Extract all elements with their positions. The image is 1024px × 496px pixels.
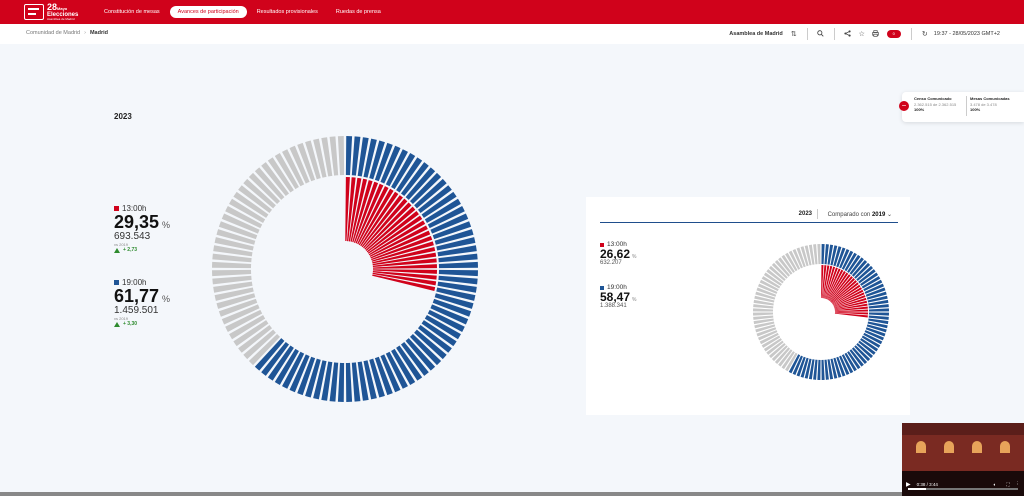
divider xyxy=(966,96,967,116)
bar-segment-19h xyxy=(438,261,478,269)
bar-segment-empty xyxy=(753,312,774,316)
stat-delta: + 3,30 xyxy=(114,321,170,327)
nav-avances-participacion[interactable]: Avances de participación xyxy=(169,6,247,18)
ballot-box-icon xyxy=(24,4,44,20)
toolbar: Asamblea de Madrid ⇅ ☆ 0 ↻ 19:37 - 28/05… xyxy=(729,27,1000,41)
volume-icon[interactable]: 🔈︎ xyxy=(994,482,997,487)
chevron-right-icon: › xyxy=(84,30,86,36)
bar-segment-19h xyxy=(821,244,825,265)
video-progress-bar[interactable] xyxy=(908,488,1018,490)
comparison-radial-chart xyxy=(753,244,889,380)
comparison-card: 2023 Comparado con 2019 ⌄ 13:00h 26,62% … xyxy=(586,197,910,415)
more-icon[interactable]: ⋮ xyxy=(1016,481,1021,487)
stat-votes: 1.459.501 xyxy=(114,305,159,316)
bar-segment-empty xyxy=(817,244,821,265)
divider xyxy=(817,209,818,219)
stat-value: 61,77 xyxy=(114,286,160,306)
stat-votes: 1.388.341 xyxy=(600,303,627,309)
bar-segment-19h xyxy=(345,362,353,402)
arrow-up-icon xyxy=(114,247,120,253)
stat-13h: 13:00h 29,35% 693.543 vs 2019 + 2,73 xyxy=(114,204,170,253)
refresh-icon[interactable]: ↻ xyxy=(918,30,932,38)
mesas-title: Mesas Comunicadas xyxy=(970,96,1010,101)
chevron-down-icon: ⌄ xyxy=(886,212,892,218)
bar-segment-19h xyxy=(821,359,825,380)
mesas-pct: 100% xyxy=(970,107,981,113)
breadcrumb: Comunidad de Madrid › Madrid xyxy=(26,30,108,36)
video-player[interactable]: ▶ 0:38 / 3:44 🔈︎ ⛶ ⋮ xyxy=(902,423,1024,496)
censo-block: Censo Comunicado 2.362.515 de 2.362.515 … xyxy=(914,96,956,113)
legend-swatch-red xyxy=(600,242,604,247)
fullscreen-icon[interactable]: ⛶ xyxy=(1006,482,1009,487)
comparison-year: 2023 xyxy=(798,211,812,217)
sub-toolbar: Comunidad de Madrid › Madrid Asamblea de… xyxy=(0,24,1024,44)
print-icon[interactable] xyxy=(869,29,883,39)
elecciones-logo[interactable]: 28Mayo Elecciones Asamblea de Madrid xyxy=(24,2,84,22)
censo-pct: 100% xyxy=(914,107,925,113)
bar-segment-empty xyxy=(337,136,345,176)
breadcrumb-region[interactable]: Comunidad de Madrid xyxy=(26,30,80,36)
divider xyxy=(806,28,808,40)
census-info-card: − Censo Comunicado 2.362.515 de 2.362.51… xyxy=(899,92,1024,122)
stat-unit: % xyxy=(162,294,171,304)
stat-19h: 19:00h 61,77% 1.459.501 vs 2019 + 3,30 xyxy=(114,278,170,327)
share-icon[interactable] xyxy=(841,29,855,39)
top-navbar: 28Mayo Elecciones Asamblea de Madrid Con… xyxy=(0,0,1024,24)
nav-constitucion-mesas[interactable]: Constitución de mesas xyxy=(96,6,168,18)
main-nav: Constitución de mesas Avances de partici… xyxy=(96,0,391,24)
nav-ruedas-prensa[interactable]: Ruedas de prensa xyxy=(328,6,389,18)
stat-unit: % xyxy=(632,254,637,260)
logo-sub: Asamblea de Madrid xyxy=(47,17,75,21)
bar-segment-19h xyxy=(345,136,353,176)
bar-segment-19h xyxy=(868,312,889,316)
election-selector[interactable]: Asamblea de Madrid xyxy=(729,31,783,37)
divider xyxy=(833,28,835,40)
mesas-block: Mesas Comunicadas 3.478 de 3.478 100% xyxy=(970,96,1010,113)
bar-segment-empty xyxy=(212,269,252,277)
bar-segment-19h xyxy=(438,269,478,277)
divider xyxy=(910,28,912,40)
nav-resultados-provisionales[interactable]: Resultados provisionales xyxy=(249,6,326,18)
participation-radial-chart xyxy=(212,136,478,402)
search-icon[interactable] xyxy=(814,29,828,39)
star-icon[interactable]: ☆ xyxy=(855,30,869,38)
breadcrumb-current: Madrid xyxy=(89,30,108,36)
stat-delta: + 2,73 xyxy=(114,247,170,253)
bar-segment-19h xyxy=(337,362,345,402)
page-bottom-bar xyxy=(0,492,902,496)
main-year-label: 2023 xyxy=(114,112,132,121)
censo-title: Censo Comunicado xyxy=(914,96,952,101)
bar-segment-19h xyxy=(868,308,889,312)
bar-segment-19h xyxy=(817,359,821,380)
compare-stat-19h: 19:00h 58,47% 1.388.341 xyxy=(600,284,636,309)
stat-votes: 693.543 xyxy=(114,231,151,242)
collapse-button[interactable]: − xyxy=(899,101,909,111)
stat-value: 29,35 xyxy=(114,212,160,232)
compare-year-selector[interactable]: Comparado con 2019 ⌄ xyxy=(828,211,892,218)
legend-swatch-red xyxy=(114,206,119,211)
stat-unit: % xyxy=(162,220,171,230)
stat-value: 26,62 xyxy=(600,247,631,261)
stat-value: 58,47 xyxy=(600,290,631,304)
comparison-header: 2023 Comparado con 2019 ⌄ xyxy=(600,209,898,223)
arrow-up-icon xyxy=(114,321,120,327)
logo-day: 28Mayo xyxy=(47,2,68,12)
notification-badge[interactable]: 0 xyxy=(886,30,901,38)
bar-segment-empty xyxy=(753,308,774,312)
video-time: 0:38 / 3:44 xyxy=(916,481,938,487)
compare-stat-13h: 13:00h 26,62% 632.207 xyxy=(600,241,636,266)
swap-icon[interactable]: ⇅ xyxy=(787,30,801,38)
timestamp: 19:37 - 28/05/2023 GMT+2 xyxy=(933,31,1000,37)
bar-segment-empty xyxy=(212,261,252,269)
legend-swatch-blue xyxy=(600,285,604,290)
stat-votes: 632.207 xyxy=(600,260,622,266)
stat-unit: % xyxy=(632,297,637,303)
play-icon[interactable]: ▶ xyxy=(906,481,911,488)
legend-swatch-blue xyxy=(114,280,119,285)
